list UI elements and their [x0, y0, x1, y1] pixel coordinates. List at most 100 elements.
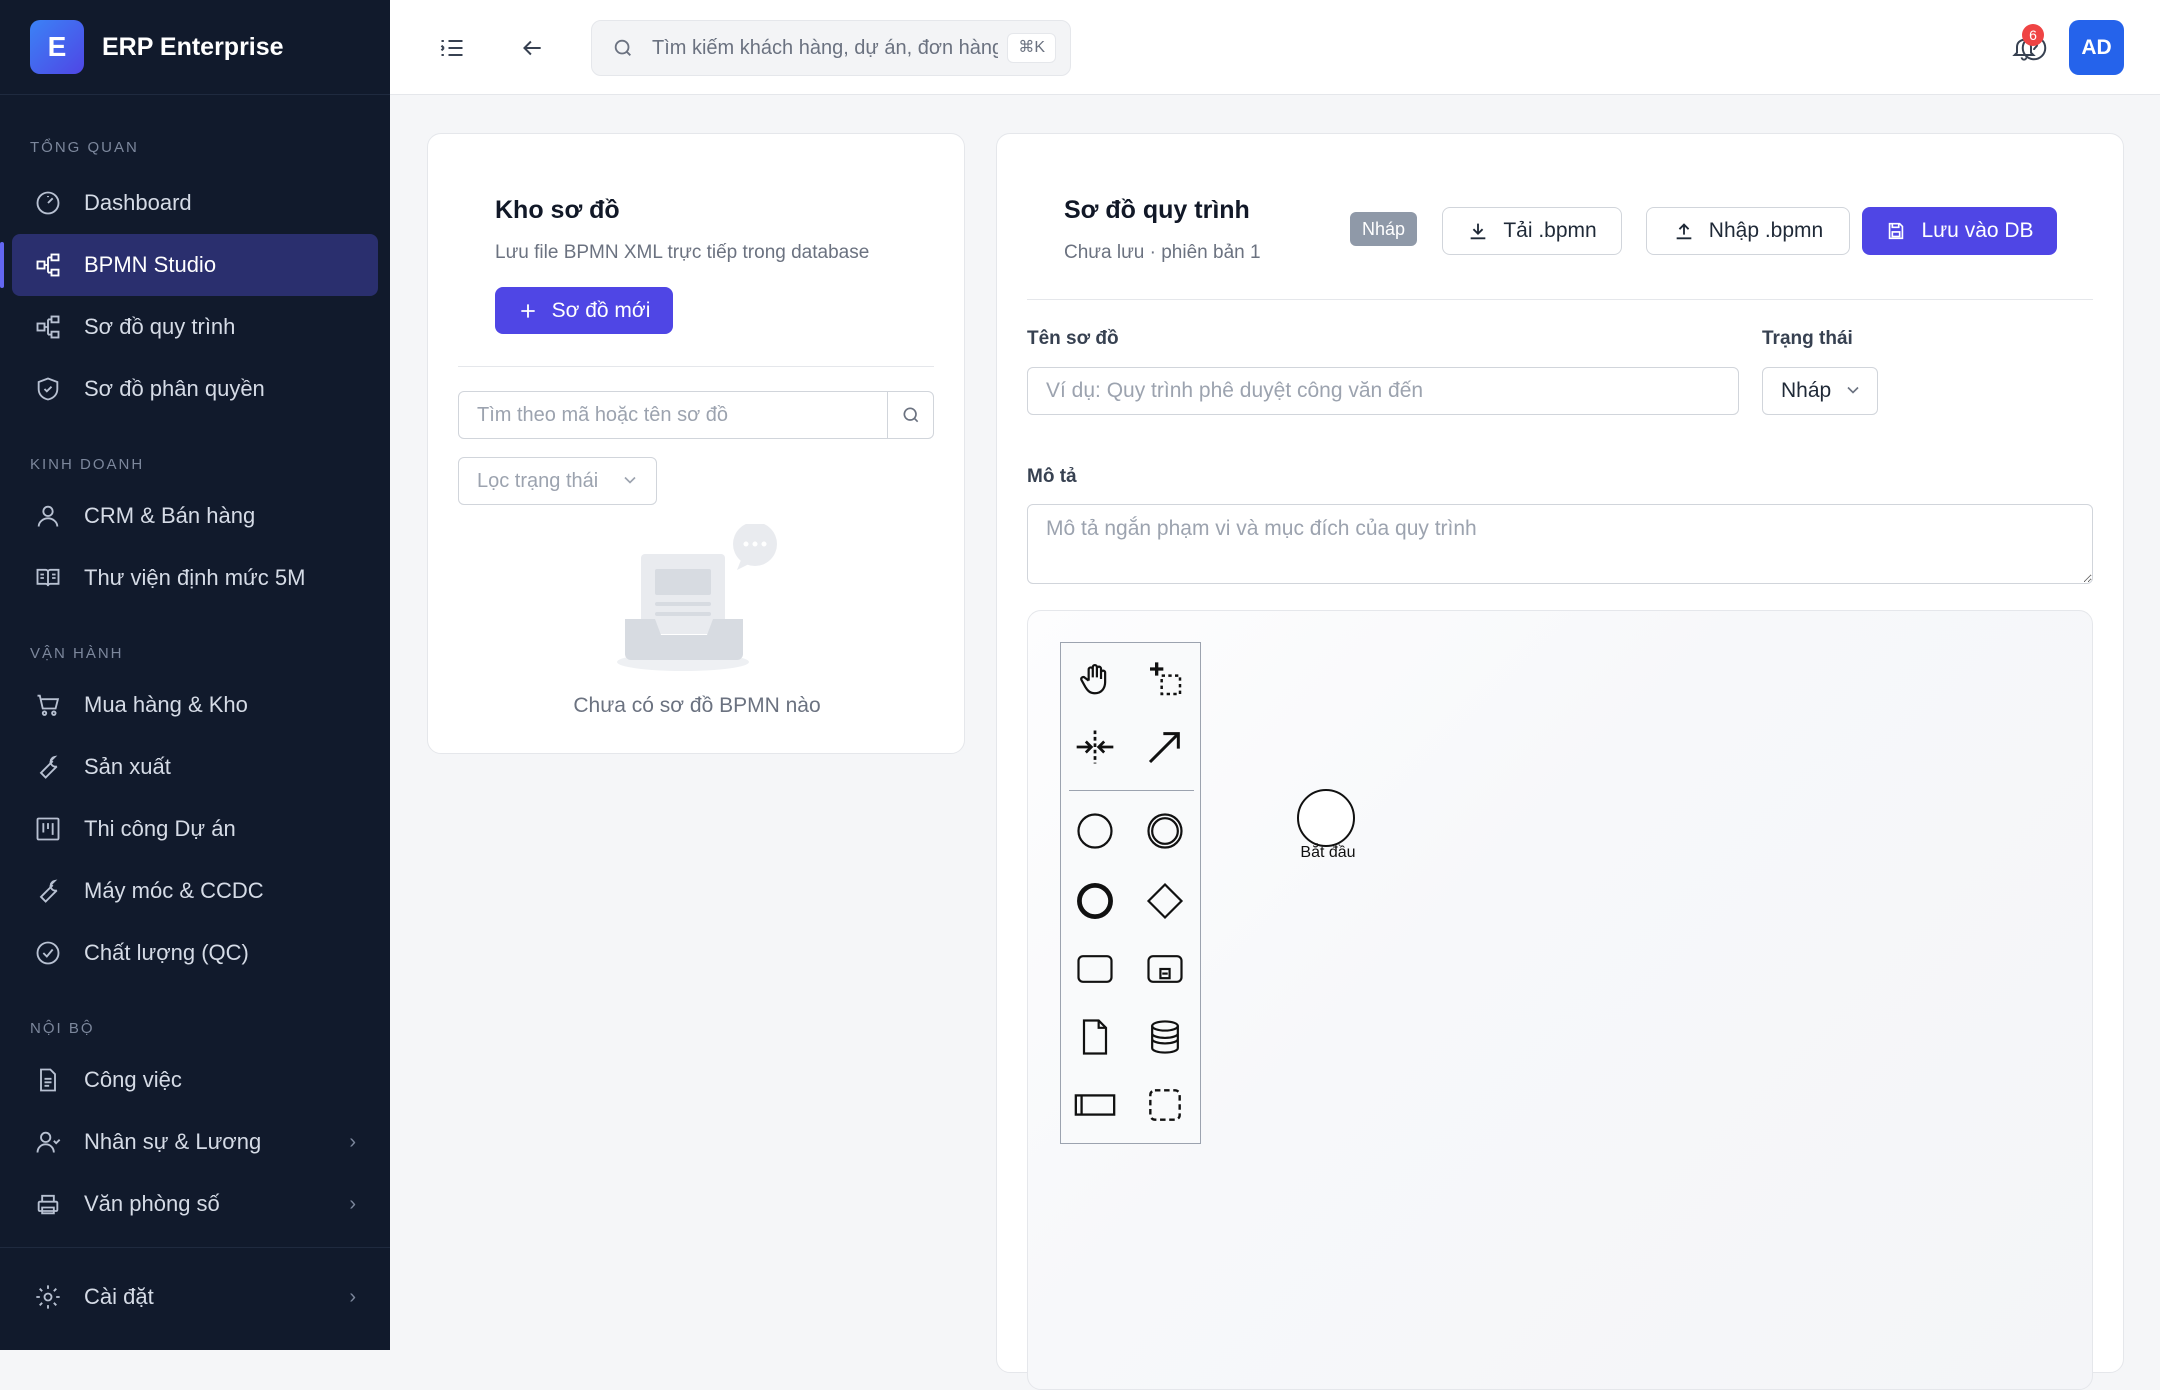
shortcut-hint: ⌘K: [1007, 33, 1056, 63]
gear-icon: [36, 1285, 60, 1309]
dashboard-gauge-icon: [36, 191, 60, 215]
diagram-name-input[interactable]: [1027, 367, 1739, 415]
sidebar-item-bpmn-studio[interactable]: BPMN Studio: [0, 234, 378, 296]
empty-state-text: Chưa có sơ đồ BPMN nào: [573, 694, 821, 717]
data-store-icon: [1151, 1020, 1179, 1054]
brand[interactable]: E ERP Enterprise: [0, 0, 390, 95]
sidebar-item-purchasing[interactable]: Mua hàng & Kho: [12, 674, 378, 736]
sidebar-item-hr-payroll[interactable]: Nhân sự & Lương ›: [12, 1111, 378, 1173]
gateway-diamond-icon: [1146, 882, 1184, 920]
cart-icon: [37, 694, 60, 716]
status-select-value: Nháp: [1781, 379, 1832, 402]
notifications-button[interactable]: 6: [2002, 24, 2046, 70]
repo-divider: [458, 366, 934, 367]
wrench-icon: [39, 755, 58, 779]
sidebar-item-settings[interactable]: Cài đặt ›: [12, 1266, 378, 1328]
end-event-icon: [1077, 883, 1113, 919]
start-event-node[interactable]: [1297, 789, 1355, 847]
description-textarea[interactable]: [1027, 504, 2093, 584]
sidebar-item-label: Nhân sự & Lương: [84, 1129, 262, 1154]
group-dashed-icon: [1149, 1089, 1181, 1121]
plus-icon: [520, 303, 535, 318]
chevron-down-icon: [624, 476, 636, 484]
sidebar-item-label: Mua hàng & Kho: [84, 692, 248, 717]
save-to-db-button[interactable]: Lưu vào DB: [1862, 207, 2057, 255]
download-bpmn-label: Tải .bpmn: [1503, 219, 1597, 242]
sidebar-item-process-diagram[interactable]: Sơ đồ quy trình: [12, 296, 378, 358]
sidebar-item-norm-library[interactable]: Thư viện định mức 5M: [12, 547, 378, 609]
printer-icon: [37, 1194, 59, 1215]
user-icon: [37, 505, 59, 527]
description-label: Mô tả: [1027, 466, 1077, 487]
data-object-tool[interactable]: [1069, 1011, 1121, 1063]
subprocess-tool[interactable]: [1139, 943, 1191, 995]
sidebar-item-construction[interactable]: Thi công Dự án: [12, 798, 378, 860]
lasso-tool[interactable]: [1139, 653, 1191, 705]
diagram-repository-card: Kho sơ đồ Lưu file BPMN XML trực tiếp tr…: [427, 133, 965, 754]
back-button[interactable]: [510, 26, 554, 70]
task-rect-icon: [1077, 955, 1113, 983]
start-event-icon: [1077, 813, 1113, 849]
status-badge: Nháp: [1350, 212, 1418, 246]
section-title-internal: NỘI BỘ: [30, 1020, 95, 1037]
sidebar-item-label: Công việc: [84, 1067, 182, 1092]
new-diagram-button[interactable]: Sơ đồ mới: [495, 287, 673, 334]
sidebar-item-label: Cài đặt: [84, 1284, 154, 1309]
sidebar-item-label: Chất lượng (QC): [84, 940, 249, 965]
empty-inbox-illustration: [617, 524, 777, 671]
start-event-label: Bắt đầu: [1300, 844, 1356, 861]
repo-search-button[interactable]: [887, 392, 933, 438]
status-filter-select[interactable]: Lọc trạng thái: [458, 457, 657, 505]
data-object-icon: [1082, 1019, 1108, 1055]
intermediate-event-tool[interactable]: [1139, 805, 1191, 857]
user-avatar[interactable]: AD: [2069, 20, 2124, 75]
bpmn-canvas[interactable]: Bắt đầu: [1027, 610, 2093, 1390]
sidebar-item-label: Sản xuất: [84, 754, 171, 779]
pool-tool[interactable]: [1069, 1079, 1121, 1131]
search-icon: [903, 407, 918, 423]
hand-icon: [1080, 663, 1107, 695]
space-tool-icon: [1076, 730, 1114, 764]
repo-search-input[interactable]: [459, 392, 887, 438]
search-icon: [614, 39, 631, 56]
palette-separator: [1069, 790, 1194, 791]
sidebar-item-tasks[interactable]: Công việc: [12, 1049, 378, 1111]
global-search[interactable]: ⌘K: [591, 20, 1071, 76]
status-select[interactable]: Nháp: [1762, 367, 1878, 415]
arrow-left-icon: [523, 40, 541, 56]
new-diagram-label: Sơ đồ mới: [551, 298, 651, 322]
users-icon: [36, 1131, 61, 1153]
data-store-tool[interactable]: [1139, 1011, 1191, 1063]
brand-name: ERP Enterprise: [102, 32, 284, 61]
sidebar-nav[interactable]: TỔNG QUAN Dashboard BPMN Studio Sơ đồ qu…: [0, 95, 390, 1247]
subprocess-icon: [1147, 955, 1183, 983]
wrench-icon: [39, 879, 58, 903]
gateway-tool[interactable]: [1139, 875, 1191, 927]
sidebar-item-label: Sơ đồ quy trình: [84, 314, 236, 339]
active-indicator: [0, 242, 4, 288]
notification-badge: 6: [2022, 24, 2044, 46]
search-input[interactable]: [650, 35, 1000, 61]
sidebar-item-permission-diagram[interactable]: Sơ đồ phân quyền: [12, 358, 378, 420]
sidebar-item-quality[interactable]: Chất lượng (QC): [12, 922, 378, 984]
download-bpmn-button[interactable]: Tải .bpmn: [1442, 207, 1622, 255]
connect-tool[interactable]: [1139, 721, 1191, 773]
space-tool[interactable]: [1069, 721, 1121, 773]
start-event-tool[interactable]: [1069, 805, 1121, 857]
sidebar-item-crm[interactable]: CRM & Bán hàng: [12, 485, 378, 547]
sidebar-item-label: Thư viện định mức 5M: [84, 565, 306, 590]
sidebar-item-machinery[interactable]: Máy móc & CCDC: [12, 860, 378, 922]
sidebar-item-dashboard[interactable]: Dashboard: [12, 172, 378, 234]
task-tool[interactable]: [1069, 943, 1121, 995]
sidebar-item-digital-office[interactable]: Văn phòng số ›: [12, 1173, 378, 1235]
sidebar: E ERP Enterprise TỔNG QUAN Dashboard BPM…: [0, 0, 390, 1350]
sidebar-item-production[interactable]: Sản xuất: [12, 736, 378, 798]
import-bpmn-button[interactable]: Nhập .bpmn: [1646, 207, 1850, 255]
kanban-icon: [36, 817, 60, 841]
group-tool[interactable]: [1139, 1079, 1191, 1131]
hand-tool[interactable]: [1069, 653, 1121, 705]
end-event-tool[interactable]: [1069, 875, 1121, 927]
save-disk-icon: [1889, 222, 1904, 240]
sidebar-item-label: BPMN Studio: [84, 252, 217, 277]
toggle-sidebar-button[interactable]: [430, 26, 474, 70]
